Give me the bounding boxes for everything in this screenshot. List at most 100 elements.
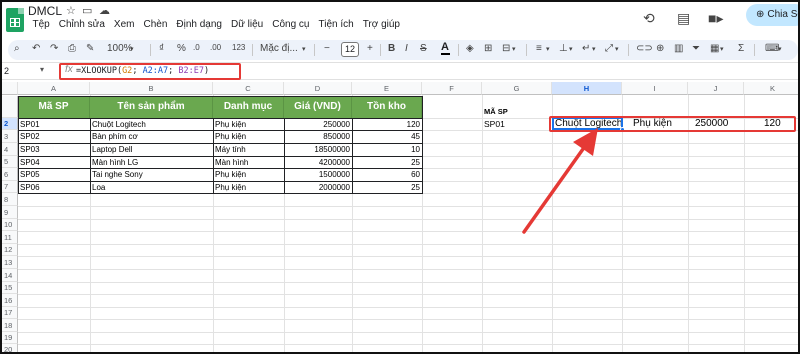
menu-item-file[interactable]: Tệp [28, 19, 54, 30]
increase-decimal-button[interactable]: .00 [210, 43, 221, 52]
name-box[interactable]: 2 [4, 66, 9, 76]
decrease-font-size-button[interactable]: − [324, 43, 330, 54]
table-cell[interactable]: Máy tính [215, 144, 282, 155]
result-category[interactable]: Phụ kiện [633, 118, 672, 129]
filter-views-icon[interactable]: ▦ [710, 43, 719, 54]
share-button[interactable]: ⊕ Chia Sẻ [746, 4, 798, 26]
meet-icon[interactable]: ■▸ [708, 10, 723, 27]
row-header-4[interactable]: 4 [2, 143, 18, 156]
table-header-cell[interactable]: Mã SP [18, 96, 90, 118]
table-cell[interactable]: 25 [352, 157, 422, 168]
history-icon[interactable]: ⟲ [643, 10, 655, 27]
row-header-5[interactable]: 5 [2, 156, 18, 168]
row-header-9[interactable]: 9 [2, 206, 18, 219]
decrease-decimal-button[interactable]: .0 [193, 43, 200, 52]
column-header-c[interactable]: C [213, 82, 284, 95]
text-color-icon[interactable]: A [441, 41, 450, 55]
table-cell[interactable]: SP04 [20, 157, 88, 168]
row-header-12[interactable]: 12 [2, 244, 18, 256]
column-header-f[interactable]: F [422, 82, 482, 95]
merge-cells-icon[interactable]: ⊟ [502, 43, 510, 54]
menu-item-insert[interactable]: Chèn [139, 19, 172, 30]
table-cell[interactable]: 120 [352, 119, 422, 130]
column-header-i[interactable]: I [622, 82, 688, 95]
active-cell-selection[interactable] [552, 117, 623, 130]
search-menus-icon[interactable]: ⌕ [14, 43, 20, 54]
table-cell[interactable]: SP03 [20, 144, 88, 155]
table-header-cell[interactable]: Giá (VND) [284, 96, 352, 118]
table-cell[interactable]: 60 [352, 169, 422, 180]
column-header-g[interactable]: G [482, 82, 552, 95]
menu-item-extensions[interactable]: Tiện ích [314, 19, 358, 30]
more-formats-button[interactable]: 123 [232, 43, 245, 52]
table-cell[interactable]: 10 [352, 144, 422, 155]
table-header-cell[interactable]: Danh mục [213, 96, 284, 118]
table-cell[interactable]: Phụ kiện [215, 169, 282, 180]
input-tools-dropdown-icon[interactable]: ▾ [778, 45, 782, 53]
table-cell[interactable]: Loa [92, 182, 211, 193]
row-header-18[interactable]: 18 [2, 319, 18, 332]
column-header-a[interactable]: A [18, 82, 90, 95]
column-header-d[interactable]: D [284, 82, 352, 95]
result-price[interactable]: 250000 [695, 118, 728, 129]
merge-dropdown-icon[interactable]: ▾ [512, 45, 516, 53]
borders-icon[interactable]: ⊞ [484, 43, 492, 54]
row-header-2[interactable]: 2 [2, 118, 18, 130]
table-cell[interactable]: Chuột Logitech [92, 119, 211, 130]
row-header-15[interactable]: 15 [2, 282, 18, 294]
table-cell[interactable]: Màn hình LG [92, 157, 211, 168]
sheets-logo-icon[interactable] [6, 8, 24, 32]
functions-icon[interactable]: Σ [738, 43, 744, 54]
menu-item-data[interactable]: Dữ liệu [226, 19, 267, 30]
table-cell[interactable]: 4200000 [284, 157, 352, 168]
strikethrough-icon[interactable]: S [420, 43, 427, 54]
table-cell[interactable]: 25 [352, 182, 422, 193]
table-cell[interactable]: SP01 [20, 119, 88, 130]
currency-format-button[interactable]: ₫ [159, 43, 164, 54]
row-header-6[interactable]: 6 [2, 168, 18, 181]
insert-comment-icon[interactable]: ⊕ [656, 43, 664, 54]
wrap-dropdown-icon[interactable]: ▾ [592, 45, 596, 53]
table-cell[interactable]: Màn hình [215, 157, 282, 168]
row-header-20[interactable]: 20 [2, 344, 18, 352]
horizontal-align-icon[interactable]: ≡ [536, 43, 542, 54]
table-header-cell[interactable]: Tên sản phẩm [90, 96, 213, 118]
table-header-cell[interactable]: Tồn kho [352, 96, 422, 118]
result-stock[interactable]: 120 [764, 118, 781, 129]
table-cell[interactable]: Phụ kiện [215, 182, 282, 193]
menu-item-tools[interactable]: Công cụ [268, 19, 314, 30]
table-cell[interactable]: 45 [352, 131, 422, 142]
increase-font-size-button[interactable]: + [367, 43, 373, 54]
zoom-dropdown-icon[interactable]: ▾ [130, 45, 134, 53]
corner-select-all[interactable] [2, 82, 18, 95]
name-box-dropdown-icon[interactable]: ▾ [40, 65, 44, 74]
vertical-align-icon[interactable]: ⊥ [559, 43, 568, 54]
percent-format-button[interactable]: % [177, 43, 186, 54]
table-cell[interactable]: 2000000 [284, 182, 352, 193]
column-header-h[interactable]: H [552, 82, 622, 95]
table-cell[interactable]: SP06 [20, 182, 88, 193]
column-header-j[interactable]: J [688, 82, 744, 95]
row-header-11[interactable]: 11 [2, 231, 18, 244]
document-title[interactable]: DMCL [28, 4, 62, 18]
rotation-dropdown-icon[interactable]: ▾ [615, 45, 619, 53]
column-header-e[interactable]: E [352, 82, 422, 95]
table-cell[interactable]: 18500000 [284, 144, 352, 155]
filter-views-dropdown-icon[interactable]: ▾ [720, 45, 724, 53]
undo-icon[interactable]: ↶ [32, 43, 40, 54]
table-cell[interactable]: 250000 [284, 119, 352, 130]
table-cell[interactable]: Laptop Dell [92, 144, 211, 155]
table-cell[interactable]: SP02 [20, 131, 88, 142]
row-header-8[interactable]: 8 [2, 193, 18, 206]
text-wrap-icon[interactable]: ↵ [582, 43, 590, 54]
menu-item-edit[interactable]: Chỉnh sửa [54, 19, 109, 30]
print-icon[interactable]: ⎙ [68, 43, 76, 54]
redo-icon[interactable]: ↷ [50, 43, 58, 54]
move-folder-icon[interactable]: ▭ [82, 4, 92, 17]
menu-item-format[interactable]: Định dạng [172, 19, 227, 30]
halign-dropdown-icon[interactable]: ▾ [546, 45, 550, 53]
table-cell[interactable]: Tai nghe Sony [92, 169, 211, 180]
paint-format-icon[interactable]: ✎ [86, 43, 94, 54]
row-header-7[interactable]: 7 [2, 181, 18, 193]
menu-item-view[interactable]: Xem [109, 19, 139, 30]
